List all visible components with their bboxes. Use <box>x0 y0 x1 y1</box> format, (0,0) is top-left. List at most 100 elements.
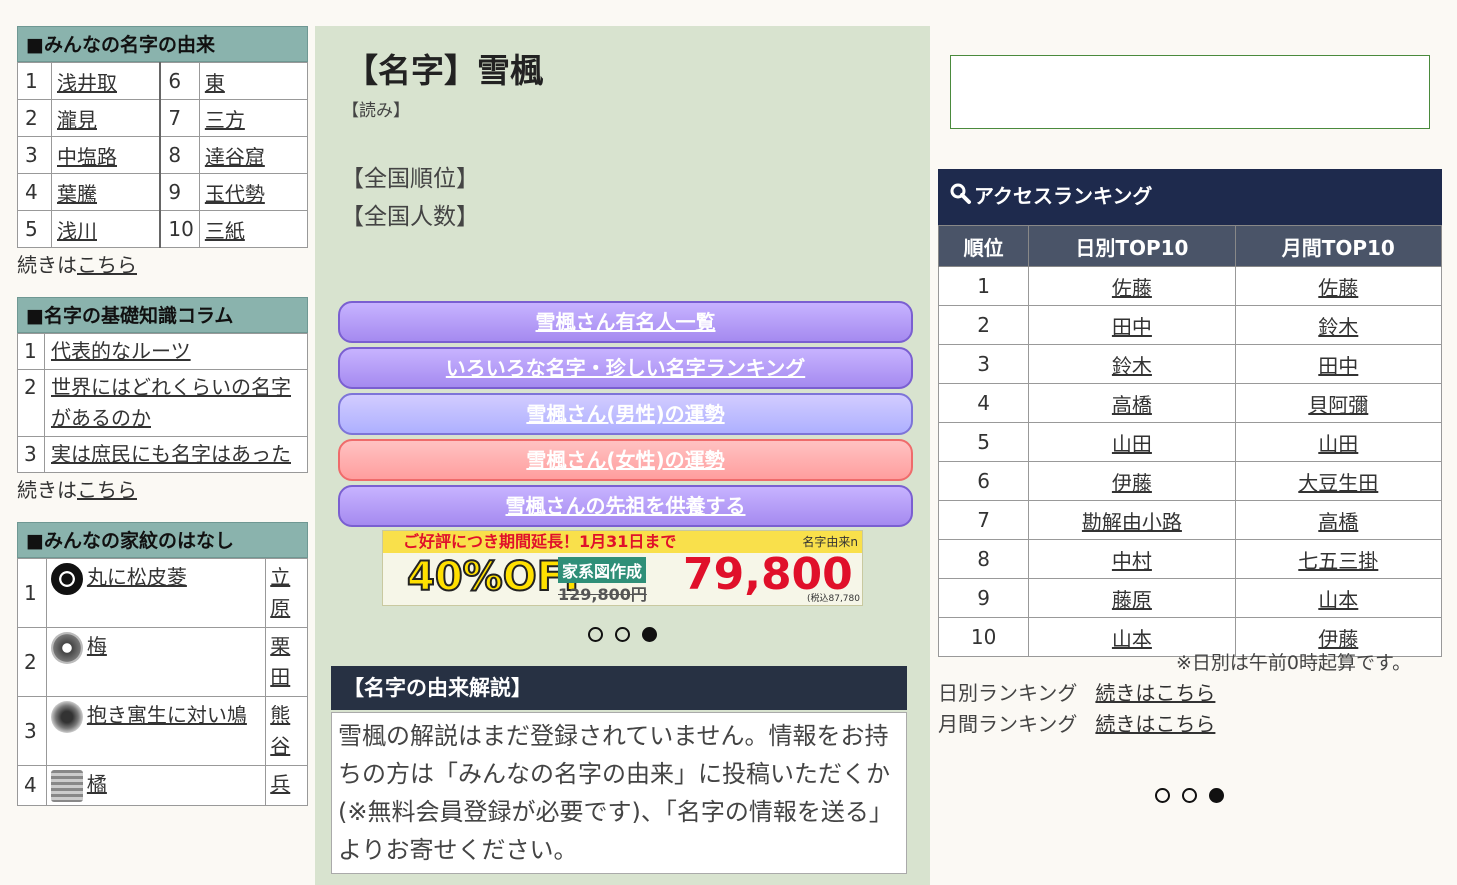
kamon-link[interactable]: 丸に松皮菱 <box>87 565 187 589</box>
daily-rank-link[interactable]: 中村 <box>1112 549 1152 573</box>
names-row: 4 葉騰 9 玉代勢 <box>17 173 309 211</box>
ume-icon <box>50 631 83 664</box>
kamon-name-cell: 立原 <box>265 558 308 628</box>
carousel-dot-active[interactable] <box>642 627 657 642</box>
ranking-header: 順位 <box>937 225 1030 267</box>
ranking-cell: 佐藤 <box>1028 266 1236 306</box>
daily-rank-link[interactable]: 勘解由小路 <box>1082 510 1182 534</box>
rank-num: 9 <box>159 173 200 211</box>
column-table: 1 代表的なルーツ 2 世界にはどれくらいの名字があるのか 3 実は庶民にも名字はあった <box>17 333 308 473</box>
daily-rank-link[interactable]: 藤原 <box>1112 588 1152 612</box>
kamon-num: 1 <box>17 558 47 628</box>
famous-people-button[interactable]: 雪楓さん有名人一覧 <box>338 301 913 343</box>
daily-rank-link[interactable]: 山田 <box>1112 432 1152 456</box>
name-link[interactable]: 瀧見 <box>57 108 97 132</box>
rank-num: 5 <box>17 210 52 248</box>
name-link[interactable]: 達谷窟 <box>205 145 265 169</box>
monthly-rank-link[interactable]: 七五三掛 <box>1298 549 1378 573</box>
rank-num: 6 <box>159 62 200 100</box>
daily-rank-link[interactable]: 伊藤 <box>1112 471 1152 495</box>
ranking-rank: 10 <box>937 617 1030 657</box>
name-link[interactable]: 浅井取 <box>57 71 117 95</box>
name-link[interactable]: 中塩路 <box>57 145 117 169</box>
kamon-name-cell: 栗田 <box>265 627 308 697</box>
monthly-ranking-more-link[interactable]: 続きはこちら <box>1095 712 1215 736</box>
surname-link[interactable]: 熊谷 <box>270 703 290 758</box>
monthly-rank-link[interactable]: 山田 <box>1318 432 1358 456</box>
monthly-rank-link[interactable]: 鈴木 <box>1318 315 1358 339</box>
kamon-link[interactable]: 梅 <box>87 634 107 658</box>
monthly-rank-link[interactable]: 田中 <box>1318 354 1358 378</box>
banner-service: 家系図作成 <box>558 557 647 583</box>
ancestor-memorial-button[interactable]: 雪楓さんの先祖を供養する <box>338 485 913 527</box>
surname-link[interactable]: 栗田 <box>270 634 290 689</box>
female-fortune-button[interactable]: 雪楓さん(女性)の運勢 <box>338 439 913 481</box>
ranking-row: 5 山田 山田 <box>937 422 1443 462</box>
ranking-cell: 藤原 <box>1028 578 1236 618</box>
name-cell: 東 <box>198 62 309 100</box>
column-more-link[interactable]: こちら <box>77 478 137 502</box>
monthly-rank-link[interactable]: 高橋 <box>1318 510 1358 534</box>
name-cell: 玉代勢 <box>198 173 309 211</box>
daily-rank-link[interactable]: 田中 <box>1112 315 1152 339</box>
column-more: 続きはこちら <box>17 475 308 505</box>
kamon-link[interactable]: 抱き寓生に対い鳩 <box>87 703 247 727</box>
tachibana-icon <box>50 769 83 802</box>
monthly-rank-link[interactable]: 佐藤 <box>1318 276 1358 300</box>
ranking-cell: 高橋 <box>1028 383 1236 423</box>
ranking-cell: 貝阿彌 <box>1234 383 1443 423</box>
name-cell: 浅川 <box>51 210 161 248</box>
rank-num: 4 <box>17 173 52 211</box>
daily-ranking-more-link[interactable]: 続きはこちら <box>1095 681 1215 705</box>
ranking-cell: 伊藤 <box>1028 461 1236 501</box>
daily-rank-link[interactable]: 佐藤 <box>1112 276 1152 300</box>
kamon-link[interactable]: 橘 <box>87 772 107 796</box>
surname-link[interactable]: 立原 <box>270 565 290 620</box>
name-link[interactable]: 三方 <box>205 108 245 132</box>
monthly-rank-link[interactable]: 伊藤 <box>1318 627 1358 651</box>
carousel-dot[interactable] <box>1155 788 1170 803</box>
male-fortune-button[interactable]: 雪楓さん(男性)の運勢 <box>338 393 913 435</box>
monthly-rank-link[interactable]: 山本 <box>1318 588 1358 612</box>
ranking-cell: 田中 <box>1028 305 1236 345</box>
daily-rank-link[interactable]: 山本 <box>1112 627 1152 651</box>
column-link[interactable]: 代表的なルーツ <box>51 339 191 363</box>
monthly-rank-link[interactable]: 大豆生田 <box>1298 471 1378 495</box>
daily-rank-link[interactable]: 鈴木 <box>1112 354 1152 378</box>
banner-tax: (税込87,780 <box>806 594 860 604</box>
names-more-link[interactable]: こちら <box>77 253 137 277</box>
ranking-cell: 大豆生田 <box>1234 461 1443 501</box>
ranking-cell: 鈴木 <box>1234 305 1443 345</box>
right-carousel-dots <box>1155 788 1224 803</box>
names-row: 1 浅井取 6 東 <box>17 62 309 100</box>
name-link[interactable]: 葉騰 <box>57 182 97 206</box>
name-cell: 中塩路 <box>51 136 161 174</box>
name-link[interactable]: 浅川 <box>57 219 97 243</box>
ranking-note: ※日別は午前0時起算です。 <box>1176 652 1412 674</box>
carousel-dot-active[interactable] <box>1209 788 1224 803</box>
kamon-name-cell: 熊谷 <box>265 696 308 766</box>
carousel-dot[interactable] <box>615 627 630 642</box>
name-ranking-button[interactable]: いろいろな名字・珍しい名字ランキング <box>338 347 913 389</box>
ranking-header-row: 順位 日別TOP10 月間TOP10 <box>937 225 1443 267</box>
carousel-dot[interactable] <box>1182 788 1197 803</box>
name-link[interactable]: 三紙 <box>205 219 245 243</box>
name-link[interactable]: 東 <box>205 71 225 95</box>
name-cell: 達谷窟 <box>198 136 309 174</box>
kamon-name-cell: 兵 <box>265 765 308 806</box>
banner-tag: 名字由来n <box>802 535 858 549</box>
monthly-rank-link[interactable]: 貝阿彌 <box>1308 393 1368 417</box>
name-link[interactable]: 玉代勢 <box>205 182 265 206</box>
name-cell: 浅井取 <box>51 62 161 100</box>
carousel-dot[interactable] <box>588 627 603 642</box>
column-link[interactable]: 実は庶民にも名字はあった <box>51 442 291 466</box>
family-tree-banner[interactable]: ご好評につき期間延長！1月31日まで 名字由来n 40%OFF 家系図作成 12… <box>382 530 863 606</box>
surname-link[interactable]: 兵 <box>270 772 290 796</box>
daily-rank-link[interactable]: 高橋 <box>1112 393 1152 417</box>
names-table: 1 浅井取 6 東 2 瀧見 7 三方 3 中塩路 8 達谷窟 4 葉騰 9 玉代勢 5 浅川 10 三紙 <box>17 62 309 248</box>
names-row: 5 浅川 10 三紙 <box>17 210 309 248</box>
name-cell: 三方 <box>198 99 309 137</box>
column-link[interactable]: 世界にはどれくらいの名字があるのか <box>51 375 291 430</box>
ranking-row: 8 中村 七五三掛 <box>937 539 1443 579</box>
kamon-cell: 梅 <box>45 627 267 697</box>
